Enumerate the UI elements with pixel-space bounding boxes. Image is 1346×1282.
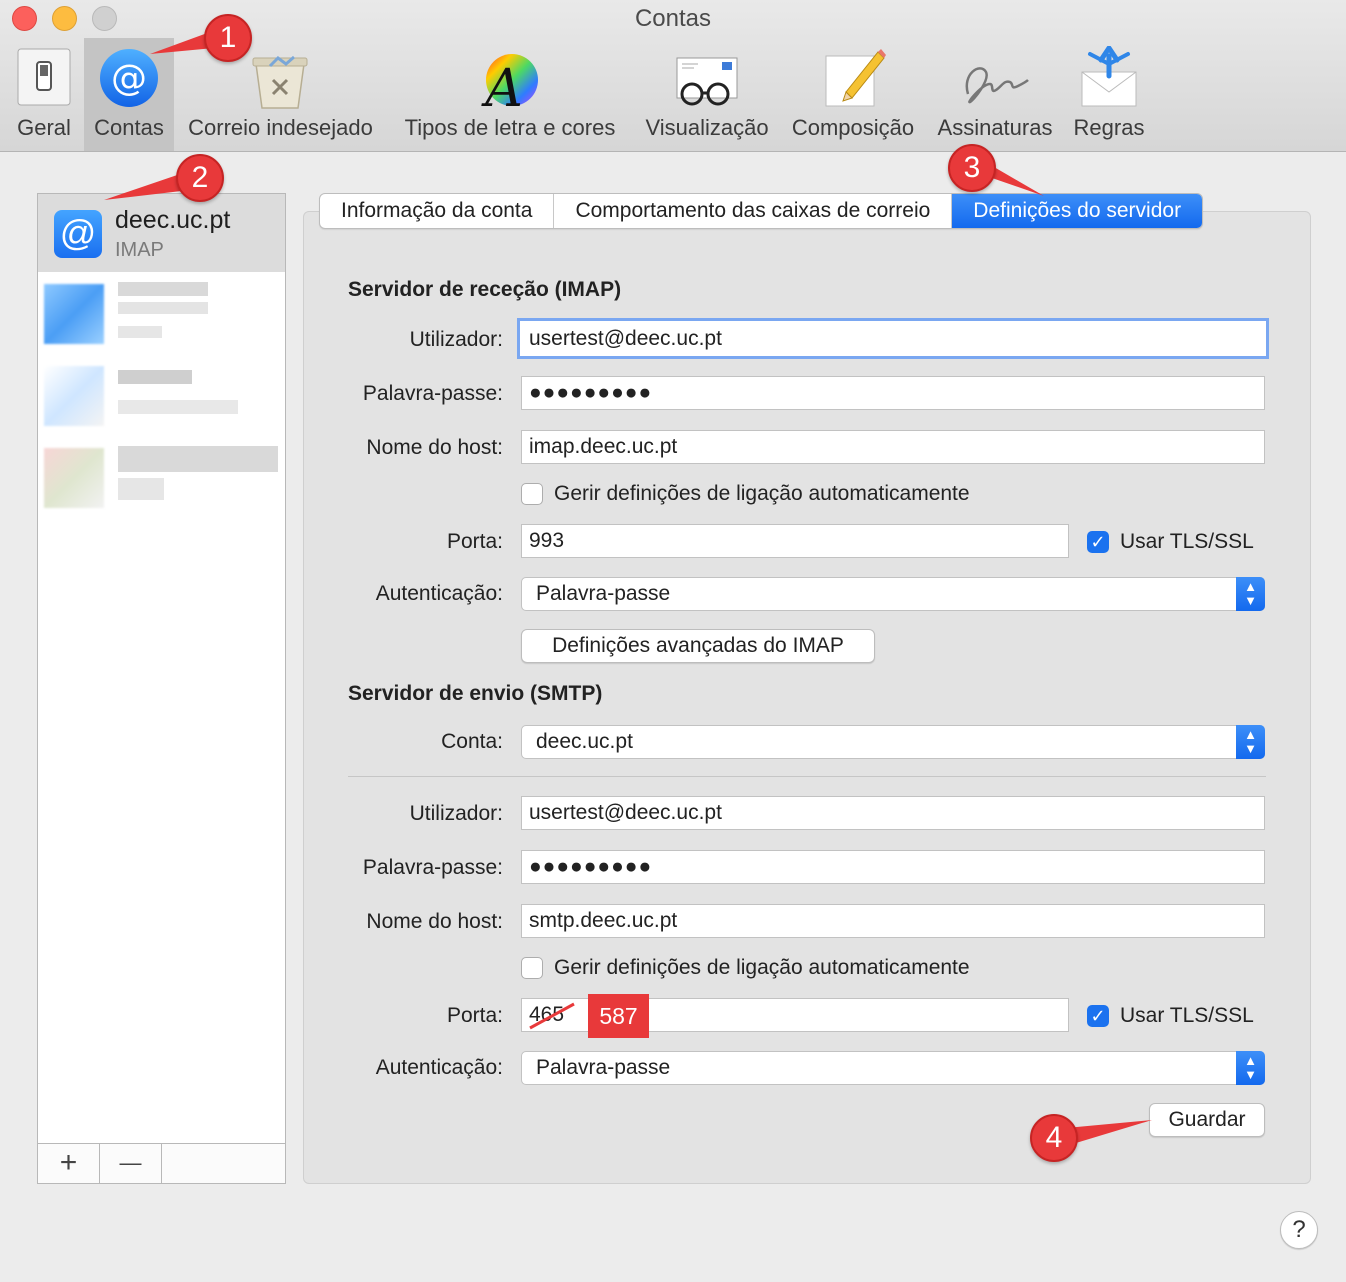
- incoming-user-field[interactable]: usertest@deec.uc.pt: [517, 318, 1269, 359]
- annotation-badge-1: 1: [204, 14, 252, 62]
- chevron-updown-icon: ▲ ▼: [1236, 725, 1265, 759]
- outgoing-port-old-value: 465: [529, 1003, 565, 1026]
- incoming-auth-select[interactable]: Palavra-passe ▲ ▼: [521, 577, 1265, 611]
- incoming-host-label: Nome do host:: [366, 436, 503, 459]
- outgoing-tls-checkbox[interactable]: ✓: [1087, 1005, 1109, 1027]
- signature-icon: [960, 54, 1030, 115]
- outgoing-user-field[interactable]: usertest@deec.uc.pt: [521, 796, 1265, 830]
- font-color-icon: A: [480, 52, 540, 119]
- outgoing-auto-manage-checkbox[interactable]: [521, 957, 543, 979]
- annotation-badge-4: 4: [1030, 1114, 1078, 1162]
- incoming-port-label: Porta:: [446, 530, 503, 553]
- divider: [348, 776, 1266, 777]
- toolbar-label: Visualização: [645, 115, 769, 140]
- incoming-tls-checkbox[interactable]: ✓: [1087, 531, 1109, 553]
- outgoing-host-field[interactable]: smtp.deec.uc.pt: [521, 904, 1265, 938]
- outgoing-password-label: Palavra-passe:: [362, 856, 503, 879]
- outgoing-auto-manage-label: Gerir definições de ligação automaticame…: [554, 956, 970, 979]
- outgoing-auth-select[interactable]: Palavra-passe ▲ ▼: [521, 1051, 1265, 1085]
- account-icon: [44, 448, 104, 508]
- incoming-host-field[interactable]: imap.deec.uc.pt: [521, 430, 1265, 464]
- advanced-imap-settings-button[interactable]: Definições avançadas do IMAP: [521, 629, 875, 663]
- account-list-controls: + —: [38, 1143, 285, 1183]
- toolbar-label: Tipos de letra e cores: [404, 115, 616, 140]
- outgoing-account-select[interactable]: deec.uc.pt ▲ ▼: [521, 725, 1265, 759]
- junk-trash-icon: [250, 54, 310, 115]
- help-button[interactable]: ?: [1280, 1211, 1318, 1249]
- outgoing-account-label: Conta:: [441, 730, 503, 753]
- outgoing-password-field[interactable]: ●●●●●●●●●: [521, 850, 1265, 884]
- tab-mailbox-behavior[interactable]: Comportamento das caixas de correio: [554, 194, 953, 228]
- save-button[interactable]: Guardar: [1149, 1103, 1265, 1137]
- toolbar-item-contas[interactable]: @ Contas: [84, 38, 174, 151]
- toolbar-label: Regras: [1073, 115, 1145, 140]
- incoming-port-field[interactable]: 993: [521, 524, 1069, 558]
- add-account-button[interactable]: +: [38, 1144, 100, 1183]
- toolbar-label: Correio indesejado: [188, 115, 373, 140]
- account-type: IMAP: [115, 239, 164, 261]
- toolbar-label: Geral: [17, 115, 71, 140]
- svg-text:A: A: [481, 59, 523, 112]
- redacted-text: [118, 370, 192, 384]
- toolbar-item-assinaturas[interactable]: Assinaturas: [930, 38, 1060, 151]
- outgoing-server-title: Servidor de envio (SMTP): [348, 682, 603, 705]
- outgoing-user-label: Utilizador:: [409, 802, 503, 825]
- outgoing-port-new-value: 587: [588, 994, 649, 1038]
- redacted-text: [118, 282, 208, 296]
- remove-account-button[interactable]: —: [100, 1144, 162, 1183]
- redacted-text: [118, 302, 208, 314]
- toolbar: Contas Geral @ Contas Correio indesejado…: [0, 0, 1346, 152]
- chevron-updown-icon: ▲ ▼: [1236, 577, 1265, 611]
- outgoing-tls-label: Usar TLS/SSL: [1120, 1004, 1254, 1027]
- svg-text:@: @: [111, 58, 147, 99]
- account-name: deec.uc.pt: [115, 206, 231, 234]
- incoming-auto-manage-checkbox[interactable]: [521, 483, 543, 505]
- incoming-password-field[interactable]: ●●●●●●●●●: [521, 376, 1265, 410]
- annotation-badge-2: 2: [176, 154, 224, 202]
- at-sign-icon: @: [54, 210, 102, 258]
- at-sign-icon: @: [99, 48, 159, 113]
- toolbar-item-composicao[interactable]: Composição: [784, 38, 922, 151]
- incoming-password-label: Palavra-passe:: [362, 382, 503, 405]
- tab-bar: Informação da conta Comportamento das ca…: [319, 193, 1204, 229]
- toolbar-item-tipos-de-letra[interactable]: A Tipos de letra e cores: [392, 38, 628, 151]
- outgoing-auth-value: Palavra-passe: [536, 1056, 671, 1079]
- chevron-updown-icon: ▲ ▼: [1236, 1051, 1265, 1085]
- window-title: Contas: [634, 5, 712, 32]
- annotation-badge-3: 3: [948, 144, 996, 192]
- outgoing-host-label: Nome do host:: [366, 910, 503, 933]
- toolbar-item-geral[interactable]: Geral: [8, 38, 80, 151]
- incoming-auto-manage-label: Gerir definições de ligação automaticame…: [554, 482, 970, 505]
- outgoing-port-label: Porta:: [446, 1004, 503, 1027]
- account-icon: [44, 366, 104, 426]
- incoming-auth-label: Autenticação:: [375, 582, 503, 605]
- incoming-user-label: Utilizador:: [409, 328, 503, 351]
- switch-icon: [17, 48, 71, 111]
- redacted-text: [118, 326, 162, 338]
- toolbar-label: Assinaturas: [937, 115, 1053, 140]
- toolbar-label: Composição: [791, 115, 915, 140]
- toolbar-item-regras[interactable]: Regras: [1068, 38, 1150, 151]
- toolbar-label: Contas: [94, 115, 164, 140]
- pencil-paper-icon: [824, 46, 886, 113]
- tab-server-settings[interactable]: Definições do servidor: [952, 194, 1203, 228]
- account-icon: [44, 284, 104, 344]
- incoming-server-title: Servidor de receção (IMAP): [348, 278, 622, 301]
- toolbar-item-visualizacao[interactable]: Visualização: [638, 38, 776, 151]
- glasses-icon: [674, 56, 740, 113]
- outgoing-account-value: deec.uc.pt: [536, 730, 633, 753]
- toolbar-item-correio-indesejado[interactable]: Correio indesejado: [178, 38, 383, 151]
- tab-account-info[interactable]: Informação da conta: [320, 194, 555, 228]
- outgoing-auth-label: Autenticação:: [375, 1056, 503, 1079]
- incoming-tls-label: Usar TLS/SSL: [1120, 530, 1254, 553]
- rules-envelope-icon: [1080, 45, 1138, 113]
- incoming-auth-value: Palavra-passe: [536, 582, 671, 605]
- account-item-selected[interactable]: @ deec.uc.pt IMAP: [38, 194, 285, 272]
- redacted-text: [118, 478, 164, 500]
